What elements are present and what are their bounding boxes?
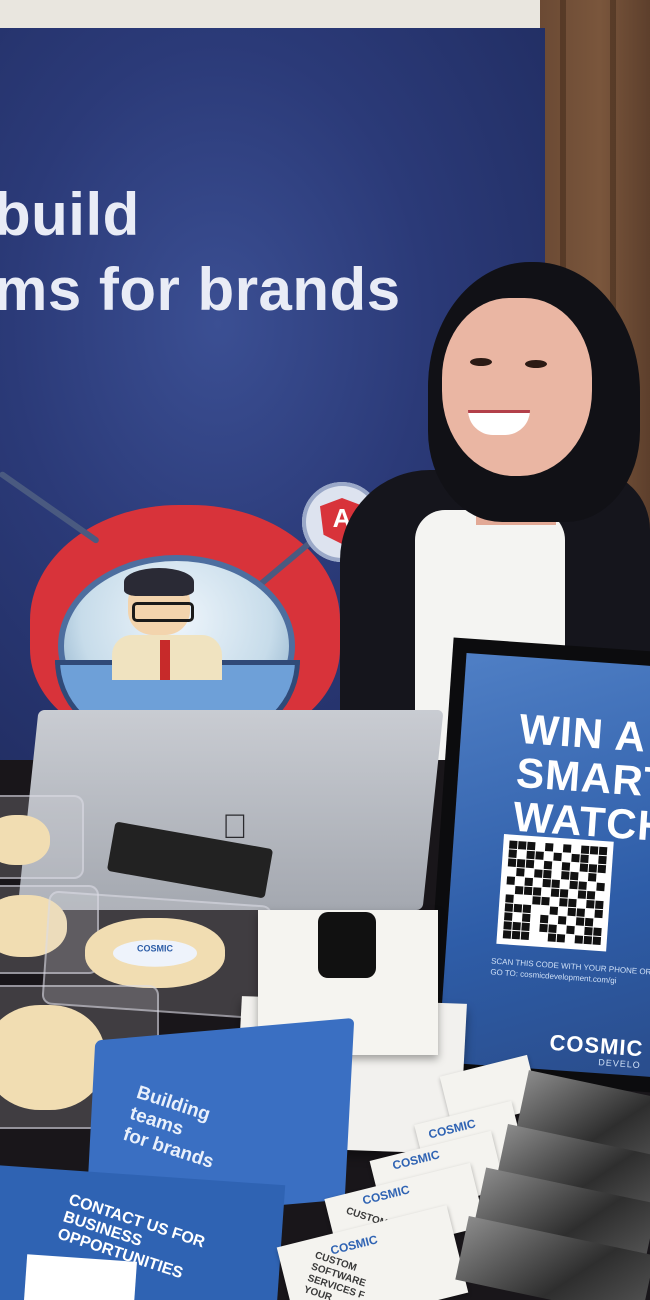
- smartwatch: [318, 912, 376, 978]
- poster-brand: COSMIC: [548, 1029, 645, 1062]
- poster-title: WIN A SMART WATCH: [512, 705, 650, 851]
- cartoon-tie: [160, 640, 170, 680]
- woman-eye: [470, 358, 492, 366]
- woman-eye: [525, 360, 547, 368]
- banner-headline-line2: ms for brands: [0, 256, 401, 323]
- cartoon-boy-hair: [124, 568, 194, 596]
- poster-qr-code: [496, 834, 614, 952]
- woman-face: [442, 298, 592, 476]
- flyer-qr-code: [23, 1254, 137, 1300]
- giveaway-poster: WIN A SMART WATCH SCAN THIS CODE WITH YO…: [437, 653, 650, 1077]
- poster-brand-sub: DEVELO: [597, 1057, 642, 1071]
- booth-photo: build ms for brands A  COSMIC WIN A SMA…: [0, 0, 650, 1300]
- pastry: [0, 1005, 105, 1110]
- pastry-with-logo: COSMIC: [85, 918, 225, 988]
- pastry-logo-label: COSMIC: [113, 939, 197, 967]
- banner-headline-line1: build: [0, 181, 140, 248]
- poster-instructions: SCAN THIS CODE WITH YOUR PHONE OR GO TO:…: [490, 956, 650, 986]
- cartoon-glasses: [132, 602, 194, 622]
